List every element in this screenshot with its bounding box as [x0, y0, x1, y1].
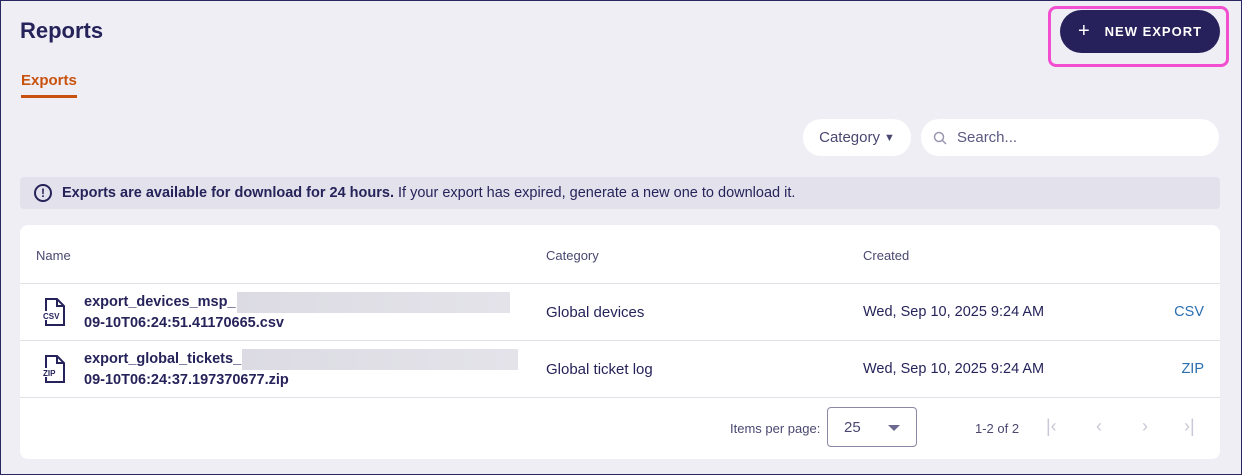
previous-page-button[interactable]: ‹: [1096, 416, 1102, 437]
next-page-button[interactable]: ›: [1142, 416, 1148, 437]
redacted-area: [242, 349, 519, 370]
items-per-page-select[interactable]: 25: [827, 407, 917, 447]
plus-icon: +: [1077, 20, 1091, 42]
column-header-created[interactable]: Created: [863, 248, 909, 263]
svg-text:CSV: CSV: [43, 312, 60, 321]
pagination: Items per page: 25 1-2 of 2 |‹ ‹ › ›|: [20, 397, 1220, 459]
page-title: Reports: [20, 18, 104, 43]
exports-table: Name Category Created CSV export_devices…: [20, 225, 1220, 459]
row-created: Wed, Sep 10, 2025 9:24 AM: [863, 361, 1045, 377]
svg-text:ZIP: ZIP: [43, 369, 56, 378]
column-header-category[interactable]: Category: [546, 248, 599, 263]
caret-down-icon: ▼: [883, 131, 895, 144]
new-export-button[interactable]: + NEW EXPORT: [1060, 10, 1220, 53]
search-box[interactable]: [921, 119, 1219, 156]
items-per-page-label: Items per page:: [730, 421, 821, 436]
first-page-button[interactable]: |‹: [1046, 416, 1057, 437]
info-banner: ! Exports are available for download for…: [20, 177, 1220, 209]
zip-file-icon: ZIP: [42, 355, 65, 383]
notice-bold: Exports are available for download for 2…: [62, 185, 394, 201]
redacted-area: [236, 292, 510, 313]
table-row: ZIP export_global_tickets_ 09-10T06:24:37…: [20, 340, 1220, 397]
tab-exports[interactable]: Exports: [21, 72, 77, 98]
file-name: export_global_tickets_ 09-10T06:24:37.197…: [84, 349, 519, 390]
last-page-button[interactable]: ›|: [1184, 416, 1195, 437]
row-category: Global ticket log: [546, 361, 653, 378]
row-created: Wed, Sep 10, 2025 9:24 AM: [863, 304, 1045, 320]
new-export-label: NEW EXPORT: [1104, 24, 1203, 39]
search-icon: [933, 131, 947, 145]
search-input[interactable]: [957, 129, 1197, 146]
info-icon: !: [34, 184, 52, 202]
caret-down-icon: [888, 425, 900, 431]
csv-file-icon: CSV: [42, 298, 65, 326]
category-filter[interactable]: Category ▼: [803, 119, 911, 156]
notice-text: If your export has expired, generate a n…: [393, 185, 796, 201]
page-range: 1-2 of 2: [975, 421, 1020, 436]
download-link[interactable]: CSV: [1174, 304, 1204, 320]
file-name: export_devices_msp_ 09-10T06:24:51.411706…: [84, 292, 510, 333]
column-header-name[interactable]: Name: [36, 248, 71, 263]
download-link[interactable]: ZIP: [1181, 361, 1204, 377]
row-category: Global devices: [546, 304, 645, 321]
category-label: Category: [819, 129, 880, 146]
table-row: CSV export_devices_msp_ 09-10T06:24:51.41…: [20, 283, 1220, 340]
